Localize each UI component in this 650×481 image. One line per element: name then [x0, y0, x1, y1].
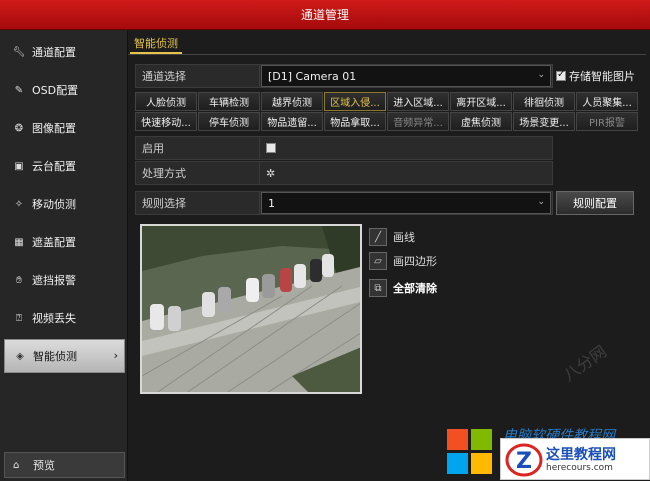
tab-bar: 智能侦测 — [130, 36, 182, 54]
clear-all-label: 全部清除 — [393, 282, 437, 295]
running-icon: ✧ — [14, 198, 24, 210]
detect-vehicle-button[interactable]: 车辆检测 — [198, 92, 260, 111]
sidebar-item-ptz-config[interactable]: ▣ 云台配置 — [4, 149, 125, 183]
preview-button[interactable]: ⌂ 预览 — [4, 452, 125, 478]
chevron-down-icon: ⌄ — [537, 70, 545, 80]
detect-audio-exception-button[interactable]: 音频异常... — [387, 112, 449, 131]
sidebar: 🔧︎ 通道配置 ✎ OSD配置 ❂ 图像配置 ▣ 云台配置 ✧ 移动侦测 ▦ 遮… — [0, 30, 128, 481]
detection-type-grid: 人脸侦测 车辆检测 越界侦测 区域入侵... 进入区域... 离开区域... 徘… — [135, 92, 643, 132]
sidebar-item-video-loss[interactable]: ⍰ 视频丢失 — [4, 301, 125, 335]
parking-lot-image — [142, 226, 360, 392]
sidebar-item-mask-config[interactable]: ▦ 遮盖配置 — [4, 225, 125, 259]
brand-watermark: 电脑软硬件教程网 Z 这里教程网 herecours.com — [445, 425, 650, 481]
preview-label: 预览 — [33, 459, 55, 472]
handle-label: 处理方式 — [136, 162, 260, 184]
detect-loitering-button[interactable]: 徘徊侦测 — [513, 92, 575, 111]
camera-preview[interactable] — [140, 224, 362, 394]
detect-face-button[interactable]: 人脸侦测 — [135, 92, 197, 111]
detect-people-gathering-button[interactable]: 人员聚集... — [576, 92, 638, 111]
enable-value-cell — [260, 137, 552, 159]
sidebar-item-smart-detection[interactable]: ◈ 智能侦测 › — [4, 339, 125, 373]
detect-parking-button[interactable]: 停车侦测 — [198, 112, 260, 131]
draw-line-label: 画线 — [393, 231, 415, 244]
svg-text:Z: Z — [516, 449, 532, 474]
sidebar-item-tamper-alarm[interactable]: ✋︎ 遮挡报警 — [4, 263, 125, 297]
sidebar-item-label: 图像配置 — [32, 122, 76, 135]
detect-region-entrance-button[interactable]: 进入区域... — [387, 92, 449, 111]
video-loss-icon: ⍰ — [16, 312, 22, 324]
sidebar-item-channel-config[interactable]: 🔧︎ 通道配置 — [4, 35, 125, 69]
chevron-right-icon: › — [113, 349, 118, 362]
home-icon: ⌂ — [13, 459, 20, 471]
draw-quad-label: 画四边形 — [393, 255, 437, 268]
brand-url: herecours.com — [546, 463, 613, 473]
pencil-icon: ╱ — [369, 228, 387, 246]
main-panel: 智能侦测 通道选择 [D1] Camera 01 ⌄ 存储智能图片 人脸侦测 车… — [128, 30, 650, 481]
detect-region-exit-button[interactable]: 离开区域... — [450, 92, 512, 111]
rule-select[interactable]: 1 ⌄ — [261, 192, 551, 214]
channel-select[interactable]: [D1] Camera 01 ⌄ — [261, 65, 551, 87]
detect-pir-alarm-button[interactable]: PIR报警 — [576, 112, 638, 131]
enable-label: 启用 — [136, 137, 260, 159]
sidebar-item-label: 智能侦测 — [33, 350, 77, 363]
sidebar-item-label: 云台配置 — [32, 160, 76, 173]
hand-icon: ✋︎ — [16, 274, 22, 286]
window-title: 通道管理 — [300, 8, 349, 22]
sidebar-item-motion-detection[interactable]: ✧ 移动侦测 — [4, 187, 125, 221]
rule-label: 规则选择 — [136, 192, 260, 214]
store-picture-checkbox[interactable] — [556, 69, 566, 81]
tab-smart-detection[interactable]: 智能侦测 — [130, 36, 182, 54]
detect-unattended-baggage-button[interactable]: 物品遗留... — [261, 112, 323, 131]
wrench-icon: 🔧︎ — [12, 46, 26, 58]
clear-all-tool[interactable]: ⧉ 全部清除 — [369, 279, 437, 297]
z-logo-icon: Z — [505, 443, 543, 477]
windows-logo-icon — [447, 429, 492, 474]
sidebar-item-label: 通道配置 — [32, 46, 76, 59]
channel-select-value: [D1] Camera 01 — [268, 69, 357, 83]
mask-icon: ▦ — [14, 236, 24, 248]
draw-quad-tool[interactable]: ▱ 画四边形 — [369, 252, 437, 270]
detect-intrusion-button[interactable]: 区域入侵... — [324, 92, 386, 111]
shield-icon: ◈ — [16, 350, 24, 362]
detect-scene-change-button[interactable]: 场景变更... — [513, 112, 575, 131]
sidebar-item-label: 视频丢失 — [32, 312, 76, 325]
sidebar-item-label: 遮盖配置 — [32, 236, 76, 249]
detect-fast-moving-button[interactable]: 快速移动... — [135, 112, 197, 131]
handle-row: 处理方式 ✲ — [135, 161, 553, 185]
channel-label: 通道选择 — [136, 65, 260, 87]
sidebar-item-label: OSD配置 — [32, 84, 79, 97]
store-smart-picture-option[interactable]: 存储智能图片 — [556, 68, 635, 84]
sidebar-item-osd-config[interactable]: ✎ OSD配置 — [4, 73, 125, 107]
window-titlebar: 通道管理 — [0, 0, 650, 30]
palette-icon: ❂ — [14, 122, 24, 134]
draw-line-tool[interactable]: ╱ 画线 — [369, 228, 415, 246]
ptz-icon: ▣ — [14, 160, 24, 172]
enable-checkbox[interactable] — [266, 143, 276, 153]
polygon-icon: ▱ — [369, 252, 387, 270]
rule-config-button[interactable]: 规则配置 — [556, 191, 634, 215]
detect-object-removal-button[interactable]: 物品拿取... — [324, 112, 386, 131]
edit-icon: ✎ — [14, 84, 24, 96]
clear-icon: ⧉ — [369, 279, 387, 297]
tab-divider — [128, 54, 646, 55]
chevron-down-icon: ⌄ — [537, 197, 545, 207]
detect-defocus-button[interactable]: 虚焦侦测 — [450, 112, 512, 131]
gear-icon[interactable]: ✲ — [266, 167, 275, 180]
enable-row: 启用 — [135, 136, 553, 160]
sidebar-item-image-config[interactable]: ❂ 图像配置 — [4, 111, 125, 145]
sidebar-item-label: 遮挡报警 — [32, 274, 76, 287]
sidebar-item-label: 移动侦测 — [32, 198, 76, 211]
brand-title: 这里教程网 — [546, 447, 616, 463]
handle-value-cell: ✲ — [260, 162, 552, 184]
brand-box: Z 这里教程网 herecours.com — [500, 438, 650, 480]
rule-select-value: 1 — [268, 196, 275, 210]
store-picture-label: 存储智能图片 — [569, 70, 635, 83]
detect-line-crossing-button[interactable]: 越界侦测 — [261, 92, 323, 111]
